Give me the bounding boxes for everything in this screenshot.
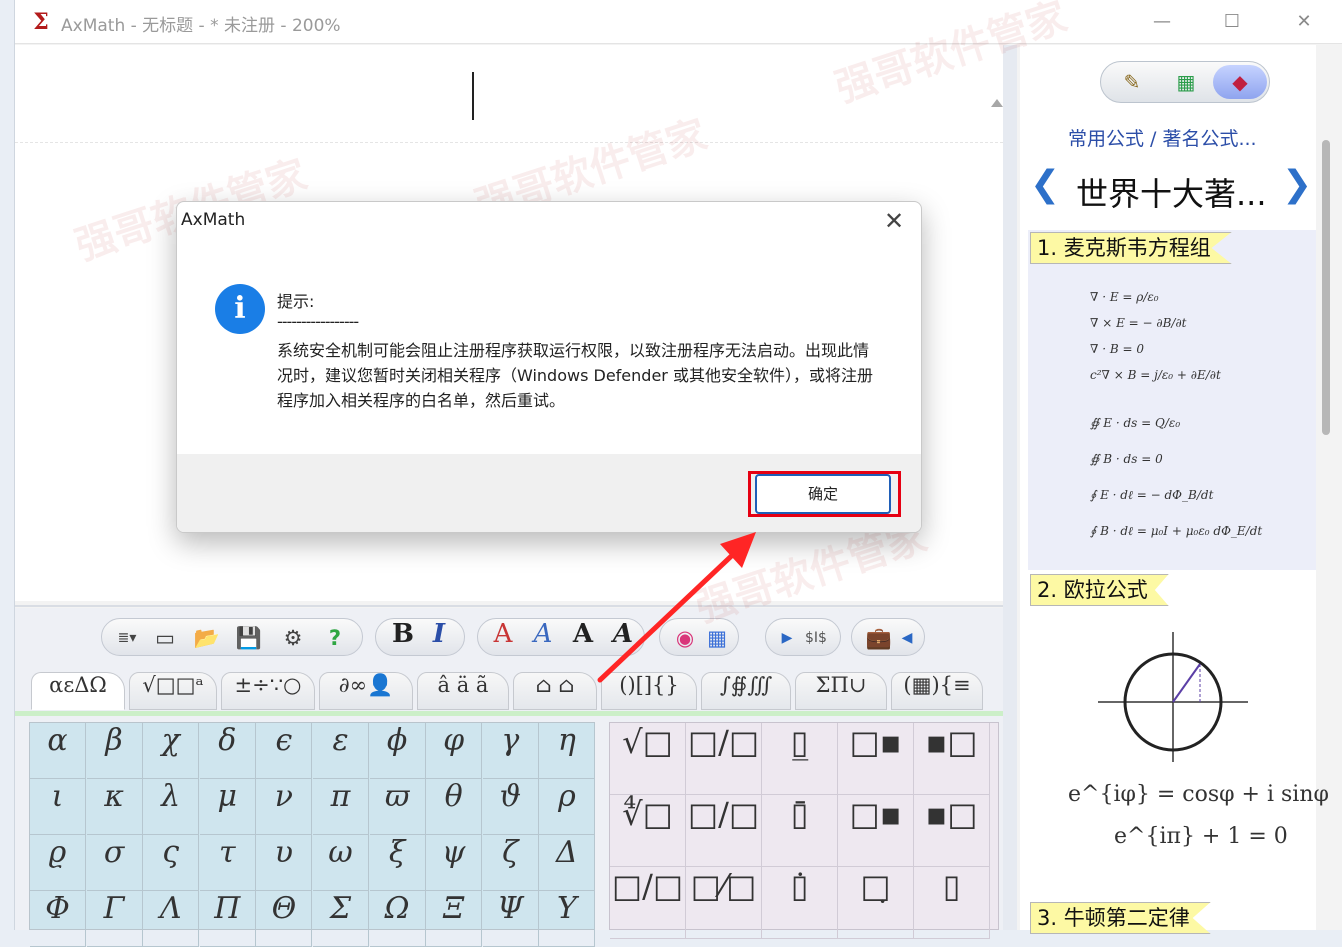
watermark: 强哥软件管家 xyxy=(830,0,1073,112)
dialog-heading: 提示: xyxy=(277,292,315,311)
dialog-close-icon[interactable]: ✕ xyxy=(879,206,909,236)
modal-overlay: 强哥软件管家 强哥软件管家 强哥软件管家 强哥软件管家 AxMath ✕ i 提… xyxy=(0,0,1342,930)
dialog-separator: ----------------- xyxy=(277,312,359,331)
highlight-box xyxy=(748,471,901,517)
info-icon: i xyxy=(215,284,265,334)
pointer-arrow xyxy=(597,532,756,683)
dialog-message: 系统安全机制可能会阻止注册程序获取运行权限，以致注册程序无法启动。出现此情况时，… xyxy=(277,341,873,410)
dialog-title: AxMath xyxy=(181,210,246,230)
